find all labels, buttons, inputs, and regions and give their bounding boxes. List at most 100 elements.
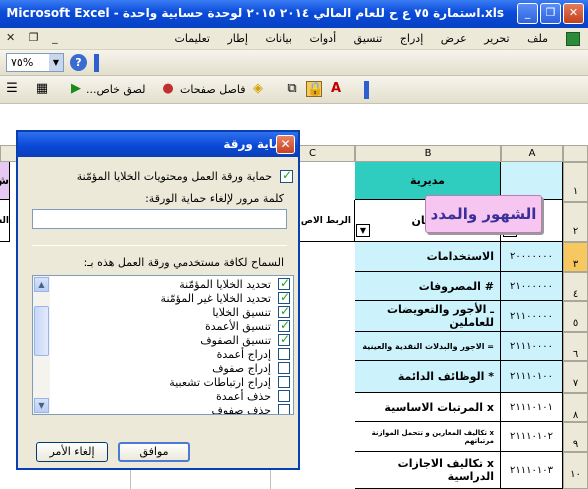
minimize-window-button[interactable]: _ <box>517 3 538 24</box>
permissions-list[interactable]: ▲ ▼ تحديد الخلايا المؤمّنة تحديد الخلايا… <box>32 275 294 415</box>
permission-label: إدراج أعمدة <box>216 348 271 361</box>
divider <box>32 245 287 246</box>
close-window-button[interactable]: ✕ <box>563 3 584 24</box>
header-cell-d2[interactable]: الس <box>0 200 10 242</box>
data-cell-a[interactable]: ٢١٠٠٠٠٠٠ <box>501 272 563 301</box>
permission-item[interactable]: حذف صفوف <box>50 404 293 414</box>
filter-dropdown-icon[interactable]: ▼ <box>356 224 370 237</box>
font-color-icon[interactable]: A <box>328 81 344 97</box>
permission-item[interactable]: تحديد الخلايا غير المؤمّنة <box>50 290 293 306</box>
menu-file[interactable]: ملف <box>527 32 548 45</box>
data-cell-a[interactable]: ٢١١١٠١٠٣ <box>501 452 563 489</box>
permission-item[interactable]: تنسيق الخلايا <box>50 304 293 320</box>
play-icon[interactable]: ▶ <box>68 81 84 97</box>
page-break-button[interactable]: فاصل صفحات <box>180 83 246 96</box>
borders-icon[interactable]: ▦ <box>34 81 50 97</box>
password-input[interactable] <box>32 209 287 229</box>
row-header[interactable]: ٥ <box>563 301 588 332</box>
data-cell-b[interactable]: = الاجور والبدلات النقدية والعينية <box>355 332 501 361</box>
menu-insert[interactable]: إدراج <box>400 32 423 45</box>
data-cell-b[interactable]: ـ الأجور والتعويضات للعاملين <box>355 301 501 332</box>
row-header[interactable]: ٤ <box>563 272 588 301</box>
toolbar-options-icon[interactable] <box>364 81 369 99</box>
data-cell-b[interactable]: x المرتبات الاساسية <box>355 393 501 422</box>
formatting-toolbar: ☰ ▦ ▶ لصق خاص... ● فاصل صفحات ◈ ⧉ 🔒 A <box>0 76 588 104</box>
protect-icon[interactable]: 🔒 <box>306 81 323 97</box>
permission-item[interactable]: تنسيق الصفوف <box>50 332 293 348</box>
permission-label: تنسيق الصفوف <box>200 334 271 347</box>
permission-item[interactable]: إدراج أعمدة <box>50 348 293 362</box>
select-all-corner[interactable] <box>563 145 588 162</box>
dialog-title: حماية ورقة <box>18 132 298 157</box>
ok-button[interactable]: موافق <box>118 442 190 462</box>
mdi-controls[interactable]: ✕ ❐ _ <box>6 31 63 44</box>
workbook-icon <box>566 32 580 46</box>
row-header[interactable]: ٦ <box>563 332 588 361</box>
permission-checkbox[interactable] <box>278 304 290 318</box>
protect-contents-label: حماية ورقة العمل ومحتويات الخلايا المؤمّ… <box>76 170 272 183</box>
help-icon[interactable]: ? <box>70 54 87 71</box>
permission-checkbox[interactable] <box>278 318 290 332</box>
chevron-down-icon[interactable]: ▼ <box>49 54 63 71</box>
permission-checkbox[interactable] <box>278 290 290 304</box>
data-cell-a[interactable]: ٢١١١٠١٠٢ <box>501 422 563 452</box>
menu-window[interactable]: إطار <box>227 32 247 45</box>
paste-special-button[interactable]: لصق خاص... <box>86 83 146 96</box>
row-header[interactable]: ٣ <box>563 242 588 272</box>
permission-checkbox[interactable] <box>278 390 290 402</box>
permission-checkbox[interactable] <box>278 376 290 388</box>
protect-contents-checkbox[interactable] <box>280 168 293 183</box>
data-cell-a[interactable]: ٢١١١٠١٠٠ <box>501 361 563 393</box>
align-icon[interactable]: ☰ <box>4 81 20 97</box>
list-scrollbar[interactable]: ▲ ▼ <box>33 276 50 414</box>
menu-data[interactable]: بيانات <box>265 32 292 45</box>
data-cell-b[interactable]: x تكاليف الاجازات الدراسية <box>355 452 501 489</box>
permission-checkbox[interactable] <box>278 276 290 290</box>
zoom-value: ٧٥% <box>11 56 34 69</box>
format-painter-icon[interactable]: ⧉ <box>284 81 300 97</box>
data-cell-b[interactable]: # المصروفات <box>355 272 501 301</box>
row-header[interactable]: ٩ <box>563 422 588 452</box>
fill-color-icon[interactable]: ◈ <box>250 81 266 97</box>
months-durations-shape[interactable]: الشهور والمدد <box>425 195 542 233</box>
menu-view[interactable]: عرض <box>441 32 467 45</box>
data-cell-a[interactable]: ٢١١١٠١٠١ <box>501 393 563 422</box>
row-header[interactable]: ٢ <box>563 202 588 242</box>
permission-item[interactable]: تنسيق الأعمدة <box>50 318 293 334</box>
data-cell-b[interactable]: * الوظائف الدائمة <box>355 361 501 393</box>
dialog-close-button[interactable]: ✕ <box>276 135 295 154</box>
restore-window-button[interactable]: ❐ <box>540 3 561 24</box>
data-cell-b[interactable]: x تكاليف المعارين و تتحمل الموازنة مرتبا… <box>355 422 501 452</box>
scroll-up-icon[interactable]: ▲ <box>34 277 49 292</box>
cancel-button[interactable]: إلغاء الأمر <box>36 442 108 462</box>
toolbar-options-icon[interactable] <box>94 54 99 72</box>
row-header[interactable]: ١ <box>563 162 588 202</box>
scroll-thumb[interactable] <box>34 306 49 356</box>
permission-label: إدراج صفوف <box>212 362 271 375</box>
menu-help[interactable]: تعليمات <box>175 32 210 45</box>
zoom-select[interactable]: ٧٥% ▼ <box>6 53 64 72</box>
permission-checkbox[interactable] <box>278 332 290 346</box>
data-cell-b[interactable]: الاستخدامات <box>355 242 501 272</box>
row-header[interactable]: ١٠ <box>563 452 588 489</box>
data-cell-a[interactable]: ٢٠٠٠٠٠٠٠ <box>501 242 563 272</box>
permission-checkbox[interactable] <box>278 362 290 374</box>
permission-item[interactable]: إدراج صفوف <box>50 362 293 376</box>
permission-item[interactable]: حذف أعمدة <box>50 390 293 404</box>
menu-tools[interactable]: أدوات <box>309 32 336 45</box>
record-icon[interactable]: ● <box>160 81 176 97</box>
scroll-down-icon[interactable]: ▼ <box>34 398 49 413</box>
column-header-a[interactable]: A <box>501 145 563 162</box>
data-cell-a[interactable]: ٢١١٠٠٠٠٠ <box>501 301 563 332</box>
row-header[interactable]: ٨ <box>563 393 588 422</box>
column-header-b[interactable]: B <box>355 145 501 162</box>
menu-edit[interactable]: تحرير <box>484 32 509 45</box>
permission-checkbox[interactable] <box>278 348 290 360</box>
row-header[interactable]: ٧ <box>563 361 588 393</box>
menu-format[interactable]: تنسيق <box>354 32 383 45</box>
data-cell-a[interactable]: ٢١١١٠٠٠٠ <box>501 332 563 361</box>
permission-checkbox[interactable] <box>278 404 290 414</box>
permission-item[interactable]: تحديد الخلايا المؤمّنة <box>50 276 293 292</box>
header-cell-d[interactable]: ش <box>0 162 10 200</box>
permission-item[interactable]: إدراج ارتباطات تشعبية <box>50 376 293 390</box>
